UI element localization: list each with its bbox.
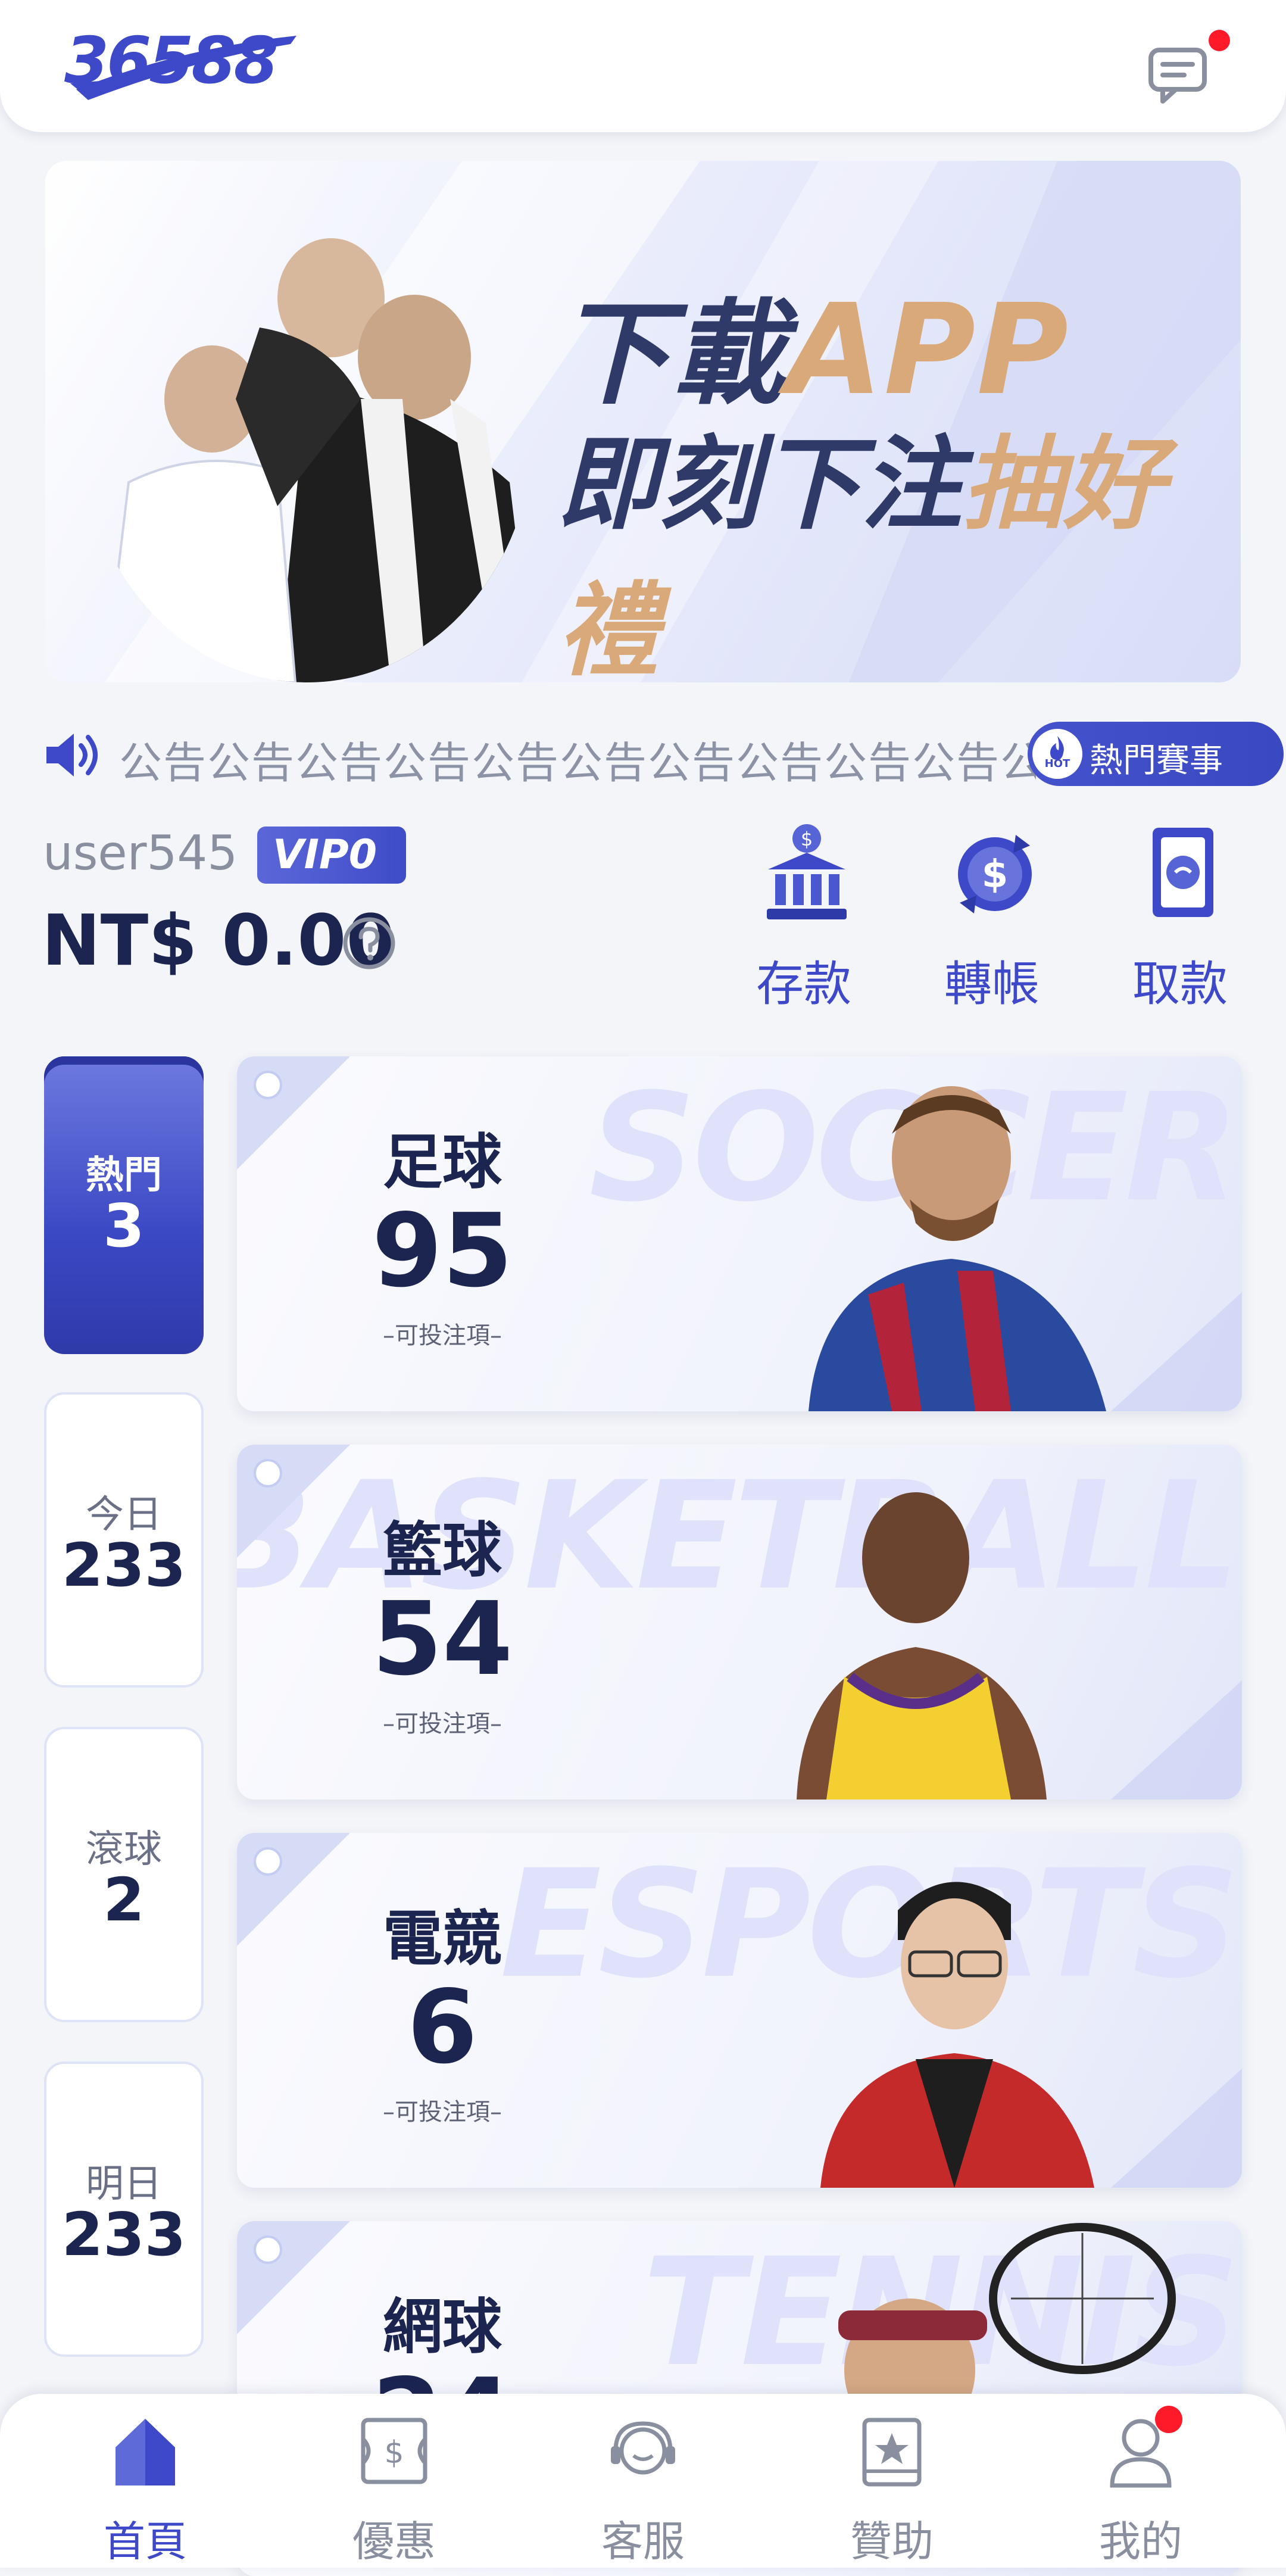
tab-live[interactable]: 滾球 2 [44, 1727, 204, 2022]
unread-dot [1209, 30, 1230, 51]
tab-count: 3 [103, 1191, 145, 1261]
tab-tomorrow[interactable]: 明日 233 [44, 2062, 204, 2357]
tab-hot[interactable]: 熱門 3 [44, 1056, 204, 1354]
transfer-label: 轉帳 [944, 956, 1040, 1012]
logo-text: 36588 [64, 24, 279, 98]
speaker-icon [46, 734, 98, 776]
bank-deposit-icon: $ [767, 824, 847, 919]
nav-label: 客服 [601, 2517, 685, 2566]
hot-badge-text: HOT [1044, 757, 1070, 770]
promo-banner[interactable]: 下載APP 即刻下注抽好禮 [45, 161, 1241, 682]
athlete-image [820, 1882, 1094, 2188]
sport-subtitle: –可投注項– [383, 2098, 502, 2126]
svg-text:$: $ [384, 2435, 404, 2471]
card-corner-decoration [237, 2221, 350, 2334]
svg-text:$: $ [801, 828, 813, 850]
banner-athletes-image [103, 238, 533, 682]
withdraw-label: 取款 [1132, 956, 1228, 1012]
sport-count: 54 [372, 1580, 513, 1698]
athlete-image [838, 2223, 1176, 2400]
athlete-image [797, 1492, 1047, 1800]
deposit-button[interactable]: $ 存款 [738, 822, 869, 1012]
sport-card-soccer[interactable]: SOCCER 足球 95 –可投注項– [237, 1056, 1242, 1411]
hot-events-button[interactable]: HOT 熱門賽事 [1028, 722, 1284, 786]
withdraw-icon [1153, 828, 1213, 917]
nav-label: 贊助 [850, 2517, 934, 2566]
bottom-navigation: 首頁 $ 優惠 客服 贊助 我的 [0, 2394, 1286, 2568]
sport-name: 網球 [383, 2292, 502, 2362]
sport-card-esports[interactable]: ESPORTS 電競 6 –可投注項– [237, 1833, 1242, 2188]
sport-name: 電競 [383, 1904, 502, 1973]
card-corner-decoration [237, 1833, 350, 1946]
sport-card-basketball[interactable]: BASKETBALL 籃球 54 –可投注項– [237, 1445, 1242, 1800]
username: user545 [43, 825, 238, 881]
nav-sponsor[interactable]: 贊助 [803, 2394, 981, 2568]
app-header: 36588 [0, 0, 1286, 132]
announcement-bar: 公告公告公告公告公告公告公告公告公告公告公告公告 HOT 熱門賽事 [43, 722, 1284, 790]
tab-count: 233 [61, 2200, 186, 2269]
hot-events-label: 熱門賽事 [1090, 741, 1223, 780]
sport-subtitle: –可投注項– [383, 1710, 502, 1738]
profile-notification-dot [1155, 2406, 1182, 2433]
card-slash-decoration [1111, 1292, 1242, 1411]
card-corner-decoration [237, 1056, 350, 1170]
tab-count: 2 [103, 1865, 145, 1935]
svg-text:$: $ [982, 853, 1009, 897]
card-slash-decoration [1111, 1680, 1242, 1800]
banner-headline-2: 即刻下注抽好禮 [557, 426, 1165, 682]
chat-icon[interactable] [1146, 42, 1212, 107]
sport-name: 足球 [383, 1127, 502, 1197]
tab-today[interactable]: 今日 233 [44, 1392, 204, 1688]
athlete-image [809, 1086, 1106, 1411]
card-corner-decoration [237, 1445, 350, 1558]
logo[interactable]: 36588 [64, 24, 302, 113]
deposit-label: 存款 [756, 956, 851, 1012]
vip-level: VIP0 [273, 831, 377, 878]
banner-headline-1: 下載APP [557, 277, 1070, 423]
nav-label: 我的 [1099, 2517, 1182, 2566]
sponsor-icon [862, 2418, 922, 2487]
help-icon[interactable] [342, 916, 397, 971]
withdraw-button[interactable]: 取款 [1115, 822, 1246, 1012]
sport-subtitle: –可投注項– [383, 1322, 502, 1349]
sport-count: 95 [372, 1192, 513, 1310]
nav-label: 首頁 [104, 2517, 187, 2566]
transfer-icon: $ [958, 835, 1032, 913]
nav-home[interactable]: 首頁 [56, 2394, 235, 2568]
home-icon [116, 2419, 175, 2485]
nav-promotions[interactable]: $ 優惠 [305, 2394, 483, 2568]
promo-icon: $ [361, 2418, 427, 2484]
nav-profile[interactable]: 我的 [1051, 2394, 1230, 2568]
card-slash-decoration [1111, 2069, 1242, 2188]
vip-badge[interactable]: VIP0 [257, 827, 406, 884]
sport-count: 6 [407, 1969, 478, 2087]
nav-support[interactable]: 客服 [554, 2394, 732, 2568]
sport-name: 籃球 [383, 1515, 502, 1585]
transfer-button[interactable]: $ 轉帳 [926, 822, 1057, 1012]
tab-count: 233 [61, 1530, 186, 1600]
announcement-text[interactable]: 公告公告公告公告公告公告公告公告公告公告公告公告 [119, 728, 1036, 790]
support-icon [611, 2421, 675, 2475]
nav-label: 優惠 [352, 2517, 436, 2566]
hot-badge: HOT [1032, 729, 1082, 779]
